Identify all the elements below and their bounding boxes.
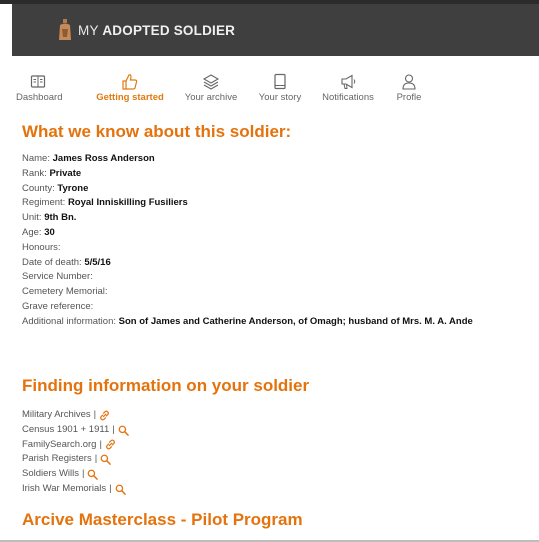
resource-link-row[interactable]: Military Archives | (22, 408, 129, 423)
nav-your-archive[interactable]: Your archive (182, 72, 240, 103)
link-icon[interactable] (105, 439, 116, 450)
search-icon[interactable] (100, 454, 111, 466)
fact-row: Regiment: Royal Inniskilling Fusiliers (22, 197, 188, 209)
link-icon[interactable] (99, 410, 110, 421)
resource-link-row[interactable]: Parish Registers | (22, 452, 129, 467)
megaphone-icon (341, 74, 356, 89)
site-header: MY ADOPTED SOLDIER (12, 4, 539, 56)
nav-notifications[interactable]: Notifications (318, 72, 378, 103)
fact-row: Name: James Ross Anderson (22, 153, 155, 164)
fact-row: Additional information: Son of James and… (22, 315, 473, 327)
main-content: What we know about this soldier: Name: J… (12, 108, 539, 542)
main-nav: Dashboard Getting started Your archive Y… (12, 56, 539, 109)
resource-link-row[interactable]: FamilySearch.org | (22, 438, 129, 453)
finding-heading: Finding information on your soldier (22, 376, 310, 395)
search-icon[interactable] (115, 484, 126, 495)
soldier-bag-icon (59, 19, 71, 40)
resource-link-row[interactable]: Soldiers Wills | (22, 467, 129, 482)
resource-link-row[interactable]: Irish War Memorials | (22, 482, 129, 497)
nav-label: Notifications (322, 92, 374, 103)
nav-label: Dashboard (16, 92, 63, 103)
fact-row: Grave reference: (22, 300, 94, 312)
user-icon (402, 74, 416, 90)
nav-profile[interactable]: Profle (394, 72, 424, 103)
app-frame: MY ADOPTED SOLDIER Dashboard Getting sta… (0, 0, 539, 542)
nav-your-story[interactable]: Your story (256, 72, 304, 103)
facts-heading: What we know about this soldier: (22, 122, 292, 141)
fact-row: Cemetery Memorial: (22, 286, 108, 298)
resource-link-row[interactable]: Census 1901 + 1911 | (22, 423, 129, 438)
layers-icon (202, 74, 220, 90)
masterclass-heading: Arcive Masterclass - Pilot Program (22, 510, 303, 529)
fact-row: County: Tyrone (22, 182, 89, 194)
fact-row: Date of death: 5/5/16 (22, 256, 111, 268)
brand-logo[interactable]: MY ADOPTED SOLDIER (58, 19, 235, 41)
fact-row: Age: 30 (22, 226, 55, 238)
nav-dashboard[interactable]: Dashboard (16, 72, 63, 103)
nav-label: Your story (258, 92, 302, 103)
dashboard-icon (30, 75, 46, 88)
search-icon[interactable] (87, 469, 99, 480)
fact-row: Honours: (22, 241, 61, 253)
soldier-facts: Name: James Ross Anderson Rank: Private … (22, 152, 473, 330)
nav-label: Getting started (96, 92, 164, 103)
book-icon (274, 73, 286, 90)
brand-name: MY ADOPTED SOLDIER (78, 22, 236, 38)
fact-row: Service Number: (22, 271, 93, 283)
fact-row: Unit: 9th Bn. (22, 212, 77, 224)
resource-links: Military Archives | Census 1901 + 1911 | F… (22, 408, 129, 497)
nav-label: Profle (396, 92, 422, 103)
nav-getting-started[interactable]: Getting started (94, 72, 166, 103)
search-icon[interactable] (118, 425, 129, 436)
fact-row: Rank: Private (22, 167, 82, 179)
nav-label: Your archive (184, 92, 238, 103)
thumbs-up-icon (122, 74, 138, 90)
